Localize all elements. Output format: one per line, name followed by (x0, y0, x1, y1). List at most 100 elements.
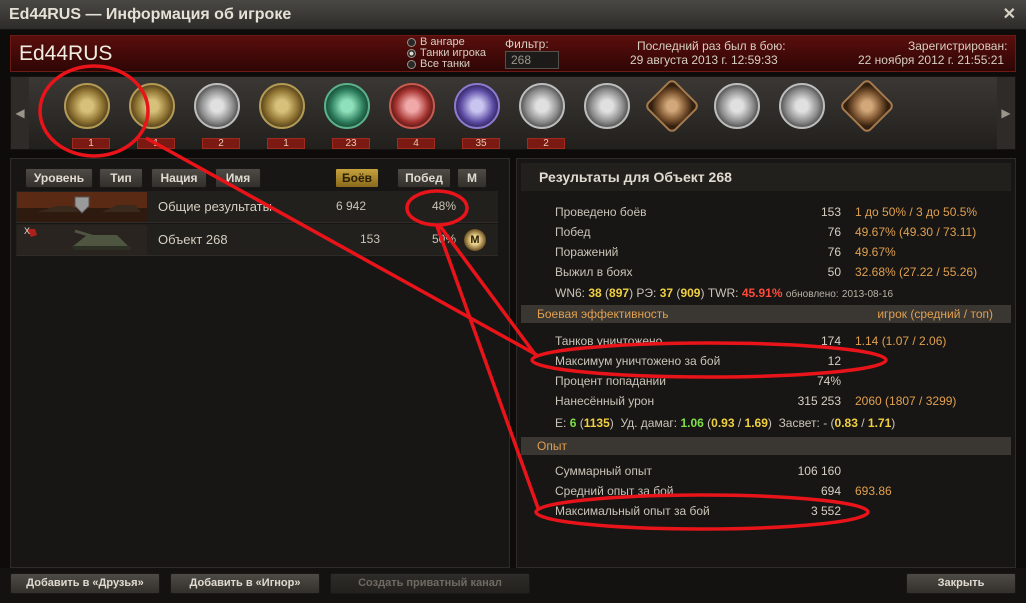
medal-purple-shell-icon[interactable]: 35 (446, 81, 506, 149)
stat-value: 50 (827, 265, 841, 279)
window-title: Ed44RUS — Информация об игроке (9, 6, 292, 23)
wn6-label: WN6: (555, 286, 585, 300)
rating-line: WN6: 38 (897) РЭ: 37 (909) TWR: 45.91% о… (555, 286, 894, 300)
close-button[interactable]: Закрыть (906, 573, 1016, 594)
e-label: E: (555, 416, 567, 430)
damage-label: Уд. дамаг: (620, 416, 678, 430)
sort-mastery-button[interactable]: М (457, 168, 487, 188)
registered-label: Зарегистрирован: (908, 39, 1008, 53)
medal-count: 1 (137, 138, 175, 149)
tank-object268-icon (17, 225, 147, 255)
section-subtitle: игрок (средний / топ) (877, 307, 993, 321)
radio-all-tanks[interactable]: Все танки (407, 59, 486, 70)
stat-avg: 2060 (1807 / 3299) (855, 394, 957, 408)
medal-image (454, 83, 500, 129)
medal-image (259, 83, 305, 129)
medal-tank-hero-icon[interactable]: 1 (56, 81, 116, 149)
last-battle-value: 29 августа 2013 г. 12:59:33 (630, 53, 778, 67)
filter-input[interactable]: 268 (505, 51, 559, 69)
medal-image (779, 83, 825, 129)
medal-count: 1 (267, 138, 305, 149)
medal-strip: ◀ 1 1 2 1 23 4 35 2 ▶ (10, 76, 1016, 150)
updated-value: 2013-08-16 (841, 289, 894, 300)
medal-image (714, 83, 760, 129)
medal-count: 35 (462, 138, 500, 149)
stat-value: 315 253 (797, 394, 841, 408)
stat-label: Выжил в боях (555, 265, 633, 279)
twr-value: 45.91% (741, 286, 783, 300)
window-titlebar: Ed44RUS — Информация об игроке ✕ (0, 0, 1026, 30)
medal-star-1-icon[interactable] (706, 81, 766, 147)
stat-avg: 1.14 (1.07 / 2.06) (855, 334, 947, 348)
medal-image (519, 83, 565, 129)
re-label: РЭ: (636, 286, 657, 300)
e-value: 6 (569, 416, 577, 430)
wn6-value: 38 (588, 286, 602, 300)
medal-count: 4 (397, 138, 435, 149)
medal-count: 2 (202, 138, 240, 149)
stat-label: Средний опыт за бой (555, 484, 674, 498)
medal-image (389, 83, 435, 129)
stat-row: Средний опыт за бой 694 693.86 (555, 482, 995, 501)
stat-value: 74% (816, 374, 841, 388)
vehicle-list-panel: Уровень Тип Нация Имя Боёв Побед М Общие… (10, 158, 510, 568)
medal-image (194, 83, 240, 129)
stat-value: 12 (827, 354, 841, 368)
medal-count: 2 (527, 138, 565, 149)
stat-label: Проведено боёв (555, 205, 647, 219)
medal-image (643, 77, 701, 135)
stat-label: Нанесённый урон (555, 394, 655, 408)
medal-tank-wreath-icon[interactable]: 2 (511, 81, 571, 149)
scroll-left-icon[interactable]: ◀ (11, 77, 29, 149)
stat-value: 3 552 (810, 504, 841, 518)
private-channel-button[interactable]: Создать приватный канал (330, 573, 530, 594)
sort-wins-button[interactable]: Побед (397, 168, 451, 188)
stat-label: Процент попадании (555, 374, 666, 388)
medal-star-2-icon[interactable] (771, 81, 831, 147)
spot-avg: 0.83 (834, 416, 858, 430)
re-value: 37 (659, 286, 674, 300)
stat-avg: 693.86 (855, 484, 892, 498)
stat-value: 174 (820, 334, 841, 348)
stat-value: 76 (827, 225, 841, 239)
vehicle-name: Общие результаты (158, 199, 272, 214)
sort-level-button[interactable]: Уровень (25, 168, 93, 188)
stat-row: Проведено боёв 153 1 до 50% / 3 до 50.5% (555, 203, 995, 222)
radio-dot-icon (407, 49, 416, 58)
sort-nation-button[interactable]: Нация (151, 168, 207, 188)
medal-sniper-icon[interactable]: 2 (186, 81, 246, 149)
medal-count: 23 (332, 138, 370, 149)
medal-image (838, 77, 896, 135)
stat-row: Нанесённый урон 315 253 2060 (1807 / 329… (555, 392, 995, 411)
damage-avg: 0.93 (711, 416, 735, 430)
medal-sun-icon[interactable]: 1 (121, 81, 181, 149)
sort-type-button[interactable]: Тип (99, 168, 143, 188)
medal-portrait-1-icon[interactable] (576, 81, 636, 147)
re-position: 909 (680, 286, 701, 300)
medal-red-shell-icon[interactable]: 4 (381, 81, 441, 149)
add-friend-button[interactable]: Добавить в «Друзья» (10, 573, 160, 594)
close-icon[interactable]: ✕ (1003, 4, 1016, 24)
battle-efficiency-header: Боевая эффективность игрок (средний / то… (521, 305, 1011, 323)
sort-name-button[interactable]: Имя (215, 168, 261, 188)
medal-wot-shield-icon[interactable]: 1 (251, 81, 311, 149)
stat-value: 76 (827, 245, 841, 259)
stat-row: Суммарный опыт 106 160 (555, 462, 995, 481)
medal-cross-1-icon[interactable] (641, 77, 701, 147)
stat-avg: 49.67% (855, 245, 896, 259)
medal-image (324, 83, 370, 129)
sort-battles-button[interactable]: Боёв (335, 168, 379, 188)
medal-cross-2-icon[interactable] (836, 77, 896, 147)
medal-green-shell-icon[interactable]: 23 (316, 81, 376, 149)
table-row[interactable]: X Объект 268 153 50% M (16, 224, 498, 256)
medal-count: 1 (72, 138, 110, 149)
updated-label: обновлено: (785, 289, 839, 300)
vehicle-scope-radio-group: В ангаре Танки игрока Все танки (407, 37, 486, 70)
stat-avg: 1 до 50% / 3 до 50.5% (855, 205, 978, 219)
scroll-right-icon[interactable]: ▶ (997, 77, 1015, 149)
stat-label: Суммарный опыт (555, 464, 652, 478)
table-row[interactable]: Общие результаты 6 942 48% (16, 191, 498, 223)
wn6-position: 897 (609, 286, 630, 300)
spot-label: Засвет: (778, 416, 820, 430)
add-ignore-button[interactable]: Добавить в «Игнор» (170, 573, 320, 594)
